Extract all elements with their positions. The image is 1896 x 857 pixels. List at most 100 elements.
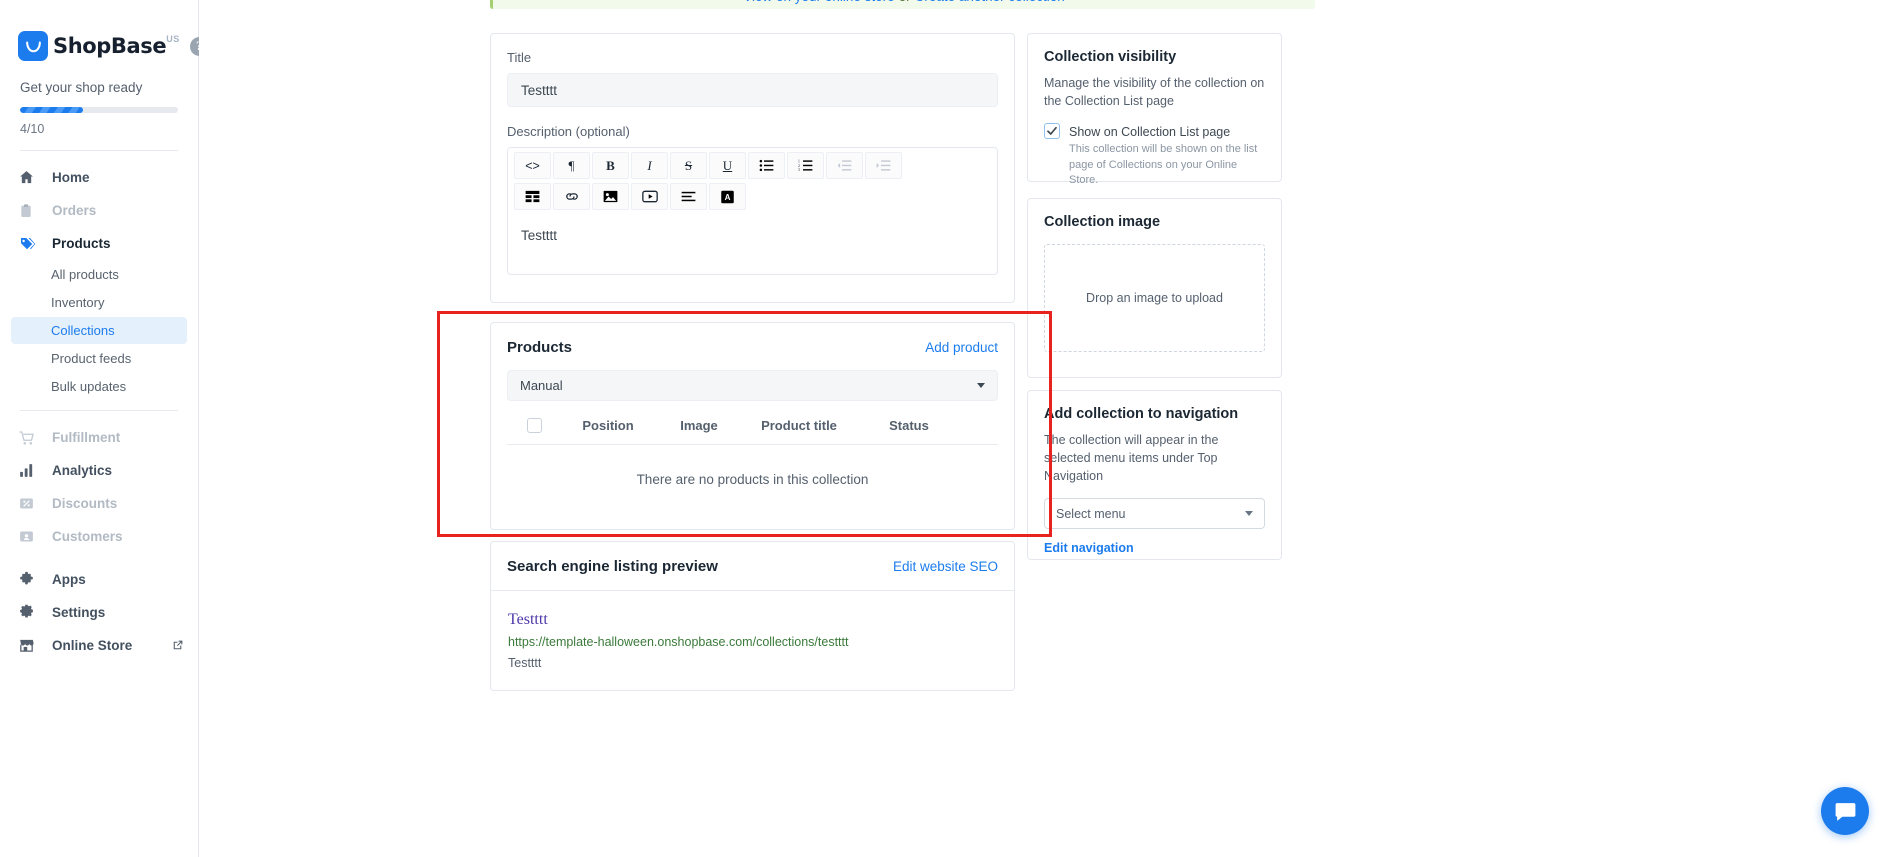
svg-text:3: 3 <box>798 168 800 172</box>
external-link-icon[interactable] <box>171 639 184 652</box>
add-to-navigation-card: Add collection to navigation The collect… <box>1027 390 1282 560</box>
edit-navigation-link[interactable]: Edit navigation <box>1044 541 1134 555</box>
numbered-list-icon[interactable]: 123 <box>787 152 824 179</box>
sidebar-item-orders[interactable]: Orders <box>0 194 198 227</box>
code-icon[interactable]: <> <box>514 152 551 179</box>
seo-card-header: Search engine listing preview Edit websi… <box>491 542 1014 575</box>
shop-ready-label: Get your shop ready <box>20 80 143 95</box>
home-icon <box>18 168 40 188</box>
sidebar-item-analytics[interactable]: Analytics <box>0 454 198 487</box>
products-card-header: Products Add product <box>491 323 1014 356</box>
image-icon[interactable] <box>592 183 629 210</box>
user-card-icon <box>18 527 40 547</box>
seo-preview-body: Testttt https://template-halloween.onsho… <box>491 591 1014 670</box>
sidebar-item-inventory[interactable]: Inventory <box>11 289 187 316</box>
description-label: Description (optional) <box>507 124 630 139</box>
progress-fill <box>20 107 84 113</box>
shopbase-logo-icon <box>18 31 48 61</box>
chevron-down-icon <box>977 383 985 388</box>
sidebar-item-settings[interactable]: Settings <box>0 596 198 629</box>
title-input[interactable]: Testttt <box>507 73 998 107</box>
chat-bubble-icon[interactable] <box>1821 787 1869 835</box>
sidebar-label-home: Home <box>52 170 90 185</box>
sidebar-label-analytics: Analytics <box>52 463 113 478</box>
editor-toolbar-row-1: <> ¶ B I S U 123 <box>508 148 997 179</box>
sidebar-label-customers: Customers <box>52 529 123 544</box>
collection-image-card: Collection image Drop an image to upload <box>1027 198 1282 378</box>
cart-icon <box>18 428 40 448</box>
view-on-store-link[interactable]: View on your online store <box>743 0 894 4</box>
sidebar-item-collections[interactable]: Collections <box>11 317 187 344</box>
show-on-list-label: Show on Collection List page <box>1069 125 1231 140</box>
percent-icon <box>18 494 40 514</box>
success-banner: View on your online store or Create anot… <box>490 0 1315 9</box>
visibility-title: Collection visibility <box>1044 49 1177 65</box>
bullet-list-icon[interactable] <box>748 152 785 179</box>
sidebar-nav: Home Orders Products All products Invent… <box>0 151 198 662</box>
visibility-description: Manage the visibility of the collection … <box>1044 76 1265 109</box>
text-color-icon[interactable]: A <box>709 183 746 210</box>
show-on-list-checkbox[interactable] <box>1044 123 1060 140</box>
underline-icon[interactable]: U <box>709 152 746 179</box>
products-sort-select[interactable]: Manual <box>507 370 998 401</box>
strikethrough-icon[interactable]: S <box>670 152 707 179</box>
sidebar-label-apps: Apps <box>52 572 86 587</box>
sidebar-label-discounts: Discounts <box>52 496 118 511</box>
sidebar-item-home[interactable]: Home <box>0 161 198 194</box>
column-product-title: Product title <box>761 418 837 433</box>
sidebar-label-bulk-updates: Bulk updates <box>51 379 127 394</box>
indent-icon[interactable] <box>865 152 902 179</box>
seo-preview-url: https://template-halloween.onshopbase.co… <box>508 635 849 649</box>
collection-visibility-card: Collection visibility Manage the visibil… <box>1027 33 1282 186</box>
products-card: Products Add product Manual Position Ima… <box>490 322 1015 530</box>
editor-toolbar-row-2: A <box>508 179 997 214</box>
link-icon[interactable] <box>553 183 590 210</box>
clipboard-icon <box>18 201 40 221</box>
collection-details-card: Title Testttt Description (optional) <> … <box>490 33 1015 303</box>
add-product-button[interactable]: Add product <box>925 340 998 355</box>
sidebar-item-discounts[interactable]: Discounts <box>0 487 198 520</box>
image-dropzone[interactable]: Drop an image to upload <box>1044 244 1265 352</box>
brand-row: ShopBase US ? <box>0 0 244 62</box>
sidebar-item-customers[interactable]: Customers <box>0 520 198 553</box>
italic-icon[interactable]: I <box>631 152 668 179</box>
align-icon[interactable] <box>670 183 707 210</box>
storefront-icon <box>18 636 40 656</box>
sidebar: ShopBase US ? Get your shop ready 4/10 H… <box>0 0 244 857</box>
sidebar-label-product-feeds: Product feeds <box>51 351 132 366</box>
sidebar-item-all-products[interactable]: All products <box>11 261 187 288</box>
select-all-checkbox[interactable] <box>527 418 542 433</box>
create-another-collection-link[interactable]: Create another collection <box>915 0 1065 4</box>
sidebar-item-fulfillment[interactable]: Fulfillment <box>0 421 198 454</box>
description-editor-body[interactable]: Testttt <box>508 214 997 274</box>
products-title: Products <box>507 339 573 356</box>
sidebar-item-apps[interactable]: Apps <box>0 563 198 596</box>
collection-image-title: Collection image <box>1044 214 1161 230</box>
sidebar-item-online-store[interactable]: Online Store <box>0 629 198 662</box>
sidebar-divider-2 <box>20 410 178 411</box>
table-icon[interactable] <box>514 183 551 210</box>
select-menu-placeholder: Select menu <box>1056 506 1126 521</box>
outdent-icon[interactable] <box>826 152 863 179</box>
select-menu-dropdown[interactable]: Select menu <box>1044 498 1265 530</box>
svg-text:A: A <box>725 193 731 202</box>
sidebar-label-orders: Orders <box>52 203 97 218</box>
sidebar-item-products[interactable]: Products <box>0 227 198 260</box>
sidebar-label-online-store: Online Store <box>52 638 133 653</box>
sidebar-item-bulk-updates[interactable]: Bulk updates <box>11 373 187 400</box>
gear-icon <box>18 603 40 623</box>
tag-icon <box>18 234 40 254</box>
edit-website-seo-button[interactable]: Edit website SEO <box>893 559 998 574</box>
svg-text:1: 1 <box>798 159 800 163</box>
sidebar-label-all-products: All products <box>51 267 119 282</box>
sidebar-label-inventory: Inventory <box>51 295 105 310</box>
sidebar-item-product-feeds[interactable]: Product feeds <box>11 345 187 372</box>
bar-chart-icon <box>18 461 40 481</box>
bold-icon[interactable]: B <box>592 152 629 179</box>
show-on-list-checkbox-row[interactable]: Show on Collection List page This collec… <box>1044 123 1265 188</box>
brand-name: ShopBase <box>53 34 167 58</box>
seo-preview-title[interactable]: Testttt <box>508 611 997 629</box>
paragraph-icon[interactable]: ¶ <box>553 152 590 179</box>
video-icon[interactable] <box>631 183 668 210</box>
description-editor: <> ¶ B I S U 123 A Testttt <box>507 147 998 275</box>
